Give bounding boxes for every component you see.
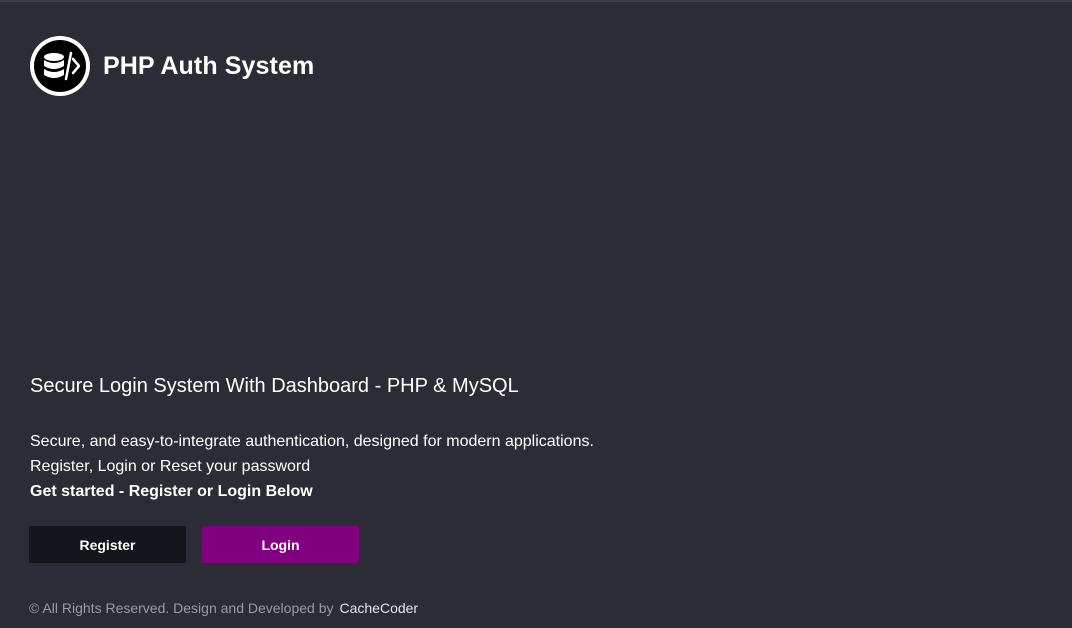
register-button[interactable]: Register (29, 526, 186, 563)
brand-header: PHP Auth System (29, 35, 314, 97)
login-button[interactable]: Login (202, 526, 359, 563)
hero-description: Secure, and easy-to-integrate authentica… (30, 429, 730, 504)
action-buttons: Register Login (29, 526, 359, 563)
hero-section: Secure Login System With Dashboard - PHP… (30, 374, 730, 504)
footer-copyright: © All Rights Reserved. Design and Develo… (29, 600, 334, 616)
footer: © All Rights Reserved. Design and Develo… (29, 600, 418, 616)
hero-call-to-action: Get started - Register or Login Below (30, 483, 313, 500)
footer-author-link[interactable]: CacheCoder (339, 600, 418, 616)
hero-description-line-1: Secure, and easy-to-integrate authentica… (30, 433, 594, 450)
hero-description-line-2: Register, Login or Reset your password (30, 458, 311, 475)
database-code-icon (29, 35, 91, 97)
hero-headline: Secure Login System With Dashboard - PHP… (30, 375, 519, 397)
app-title: PHP Auth System (103, 51, 315, 80)
